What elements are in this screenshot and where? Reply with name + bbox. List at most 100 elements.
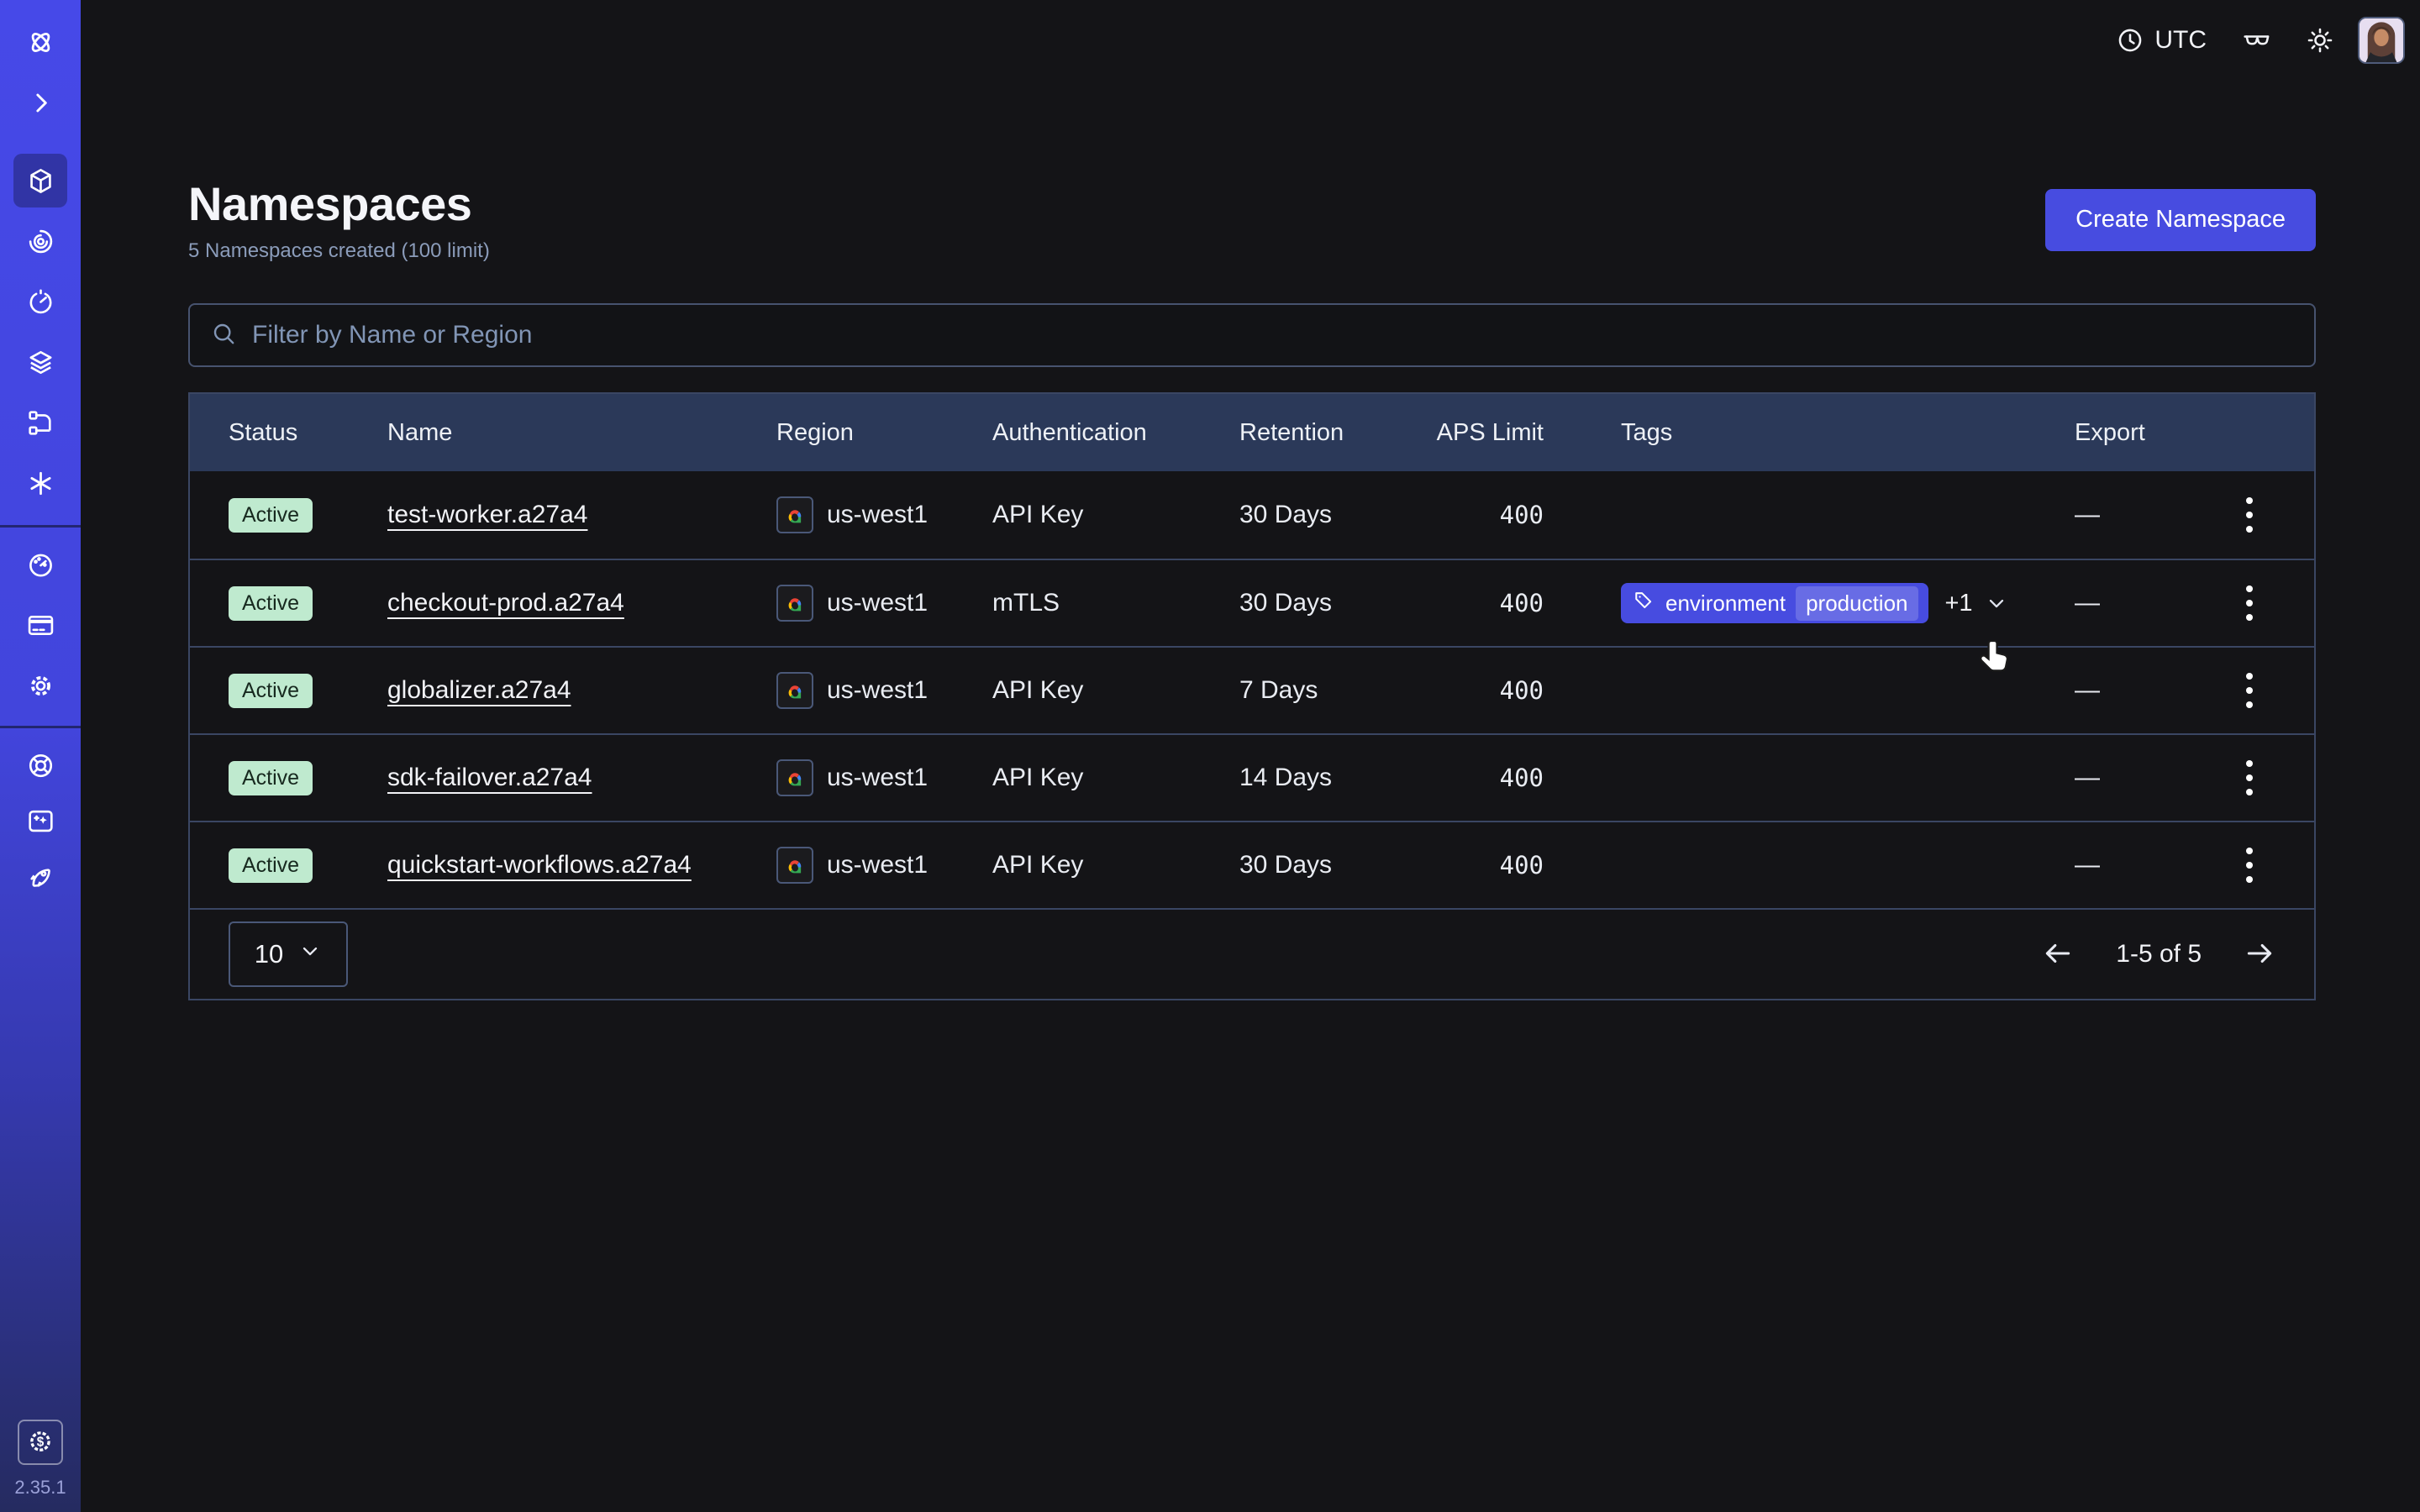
region-label: us-west1 bbox=[827, 501, 928, 529]
sidebar-divider bbox=[0, 726, 81, 728]
arrow-left-icon bbox=[2042, 937, 2074, 972]
row-menu-button[interactable] bbox=[2238, 577, 2261, 629]
sidebar-item-asterisk[interactable] bbox=[13, 456, 67, 510]
table-row: Active globalizer.a27a4 us-west1 API Key… bbox=[190, 646, 2314, 733]
column-header-tags: Tags bbox=[1544, 419, 2075, 447]
column-header-name: Name bbox=[387, 419, 776, 447]
row-menu-button[interactable] bbox=[2238, 839, 2261, 891]
sidebar-item-billing[interactable] bbox=[13, 598, 67, 652]
sidebar-item-namespaces[interactable] bbox=[13, 154, 67, 207]
namespace-link[interactable]: checkout-prod.a27a4 bbox=[387, 589, 624, 617]
column-header-region: Region bbox=[776, 419, 992, 447]
filter-input[interactable] bbox=[252, 321, 2294, 349]
gcp-region-icon bbox=[776, 585, 813, 622]
table-row: Active checkout-prod.a27a4 us-west1 mTLS… bbox=[190, 559, 2314, 646]
workflow-graph-icon bbox=[26, 408, 55, 438]
sidebar-item-spiral[interactable] bbox=[13, 214, 67, 268]
table-header-row: Status Name Region Authentication Retent… bbox=[190, 394, 2314, 471]
sidebar-item-support[interactable] bbox=[13, 738, 67, 792]
aps-limit-value: 400 bbox=[1434, 851, 1544, 879]
page-size-select[interactable]: 10 bbox=[229, 921, 348, 987]
tag-pill[interactable]: environment production bbox=[1621, 583, 1928, 623]
aps-limit-value: 400 bbox=[1434, 501, 1544, 529]
sidebar-item-settings[interactable] bbox=[13, 659, 67, 712]
filter-bar bbox=[188, 303, 2316, 367]
sidebar-item-workflow-graph[interactable] bbox=[13, 396, 67, 449]
search-icon bbox=[210, 320, 237, 351]
next-page-button[interactable] bbox=[2238, 932, 2281, 977]
sidebar-divider bbox=[0, 525, 81, 528]
export-value: — bbox=[2075, 764, 2209, 792]
usage-button[interactable]: $ bbox=[18, 1420, 63, 1465]
sidebar-item-layers[interactable] bbox=[13, 335, 67, 389]
pagination-range-label: 1-5 of 5 bbox=[2116, 940, 2202, 969]
row-menu-button[interactable] bbox=[2238, 752, 2261, 804]
gcp-region-icon bbox=[776, 496, 813, 533]
layers-icon bbox=[26, 348, 55, 377]
tag-key-label: environment bbox=[1665, 591, 1786, 617]
main-content: Namespaces 5 Namespaces created (100 lim… bbox=[81, 80, 2420, 1000]
chevron-right-icon bbox=[26, 88, 55, 118]
sidebar-item-feedback[interactable] bbox=[13, 794, 67, 848]
retention-label: 14 Days bbox=[1239, 764, 1434, 792]
screen-sparkle-icon bbox=[26, 806, 55, 836]
namespace-link[interactable]: test-worker.a27a4 bbox=[387, 501, 587, 529]
region-label: us-west1 bbox=[827, 764, 928, 792]
tags-more-label: +1 bbox=[1945, 590, 1973, 617]
topbar: UTC bbox=[81, 0, 2420, 80]
user-avatar[interactable] bbox=[2358, 17, 2405, 64]
gcp-region-icon bbox=[776, 847, 813, 884]
column-header-status: Status bbox=[229, 419, 387, 447]
region-label: us-west1 bbox=[827, 589, 928, 617]
table-body: Active test-worker.a27a4 us-west1 API Ke… bbox=[190, 471, 2314, 908]
page-subtitle: 5 Namespaces created (100 limit) bbox=[188, 239, 490, 263]
theme-toggle-button[interactable] bbox=[2294, 18, 2346, 63]
table-row: Active sdk-failover.a27a4 us-west1 API K… bbox=[190, 733, 2314, 821]
sidebar: $ 2.35.1 bbox=[0, 0, 81, 1512]
aps-limit-value: 400 bbox=[1434, 676, 1544, 705]
authentication-label: API Key bbox=[992, 501, 1239, 529]
namespace-link[interactable]: globalizer.a27a4 bbox=[387, 676, 571, 705]
namespaces-table: Status Name Region Authentication Retent… bbox=[188, 392, 2316, 1000]
create-namespace-button[interactable]: Create Namespace bbox=[2045, 189, 2316, 251]
rocket-icon bbox=[26, 862, 55, 891]
sidebar-item-getting-started[interactable] bbox=[13, 849, 67, 903]
export-value: — bbox=[2075, 501, 2209, 529]
sidebar-item-home[interactable] bbox=[13, 15, 67, 69]
sun-icon bbox=[2306, 26, 2334, 55]
authentication-label: API Key bbox=[992, 851, 1239, 879]
gcp-region-icon bbox=[776, 672, 813, 709]
status-badge: Active bbox=[229, 498, 313, 533]
column-header-authentication: Authentication bbox=[992, 419, 1239, 447]
svg-text:$: $ bbox=[37, 1435, 45, 1449]
aps-limit-value: 400 bbox=[1434, 589, 1544, 617]
pagination-bar: 10 1-5 of 5 bbox=[190, 908, 2314, 999]
status-badge: Active bbox=[229, 761, 313, 795]
retention-label: 30 Days bbox=[1239, 589, 1434, 617]
authentication-label: API Key bbox=[992, 676, 1239, 705]
spiral-icon bbox=[26, 227, 55, 256]
glasses-icon bbox=[2242, 26, 2270, 55]
column-header-export: Export bbox=[2075, 419, 2209, 447]
row-menu-button[interactable] bbox=[2238, 664, 2261, 717]
previous-page-button[interactable] bbox=[2037, 932, 2079, 977]
retention-label: 30 Days bbox=[1239, 851, 1434, 879]
export-value: — bbox=[2075, 589, 2209, 617]
sidebar-expand-button[interactable] bbox=[13, 76, 67, 129]
timer-icon bbox=[26, 287, 55, 317]
readonly-glasses-button[interactable] bbox=[2230, 18, 2282, 63]
asterisk-icon bbox=[26, 469, 55, 498]
export-value: — bbox=[2075, 851, 2209, 879]
tags-expand-chevron-icon[interactable] bbox=[1985, 591, 2008, 615]
timezone-button[interactable]: UTC bbox=[2104, 18, 2218, 63]
gauge-icon bbox=[26, 550, 55, 580]
namespace-link[interactable]: quickstart-workflows.a27a4 bbox=[387, 851, 692, 879]
row-menu-button[interactable] bbox=[2238, 489, 2261, 541]
retention-label: 30 Days bbox=[1239, 501, 1434, 529]
sidebar-item-timer[interactable] bbox=[13, 275, 67, 328]
sidebar-item-gauge[interactable] bbox=[13, 538, 67, 591]
credit-card-icon bbox=[26, 611, 55, 640]
status-badge: Active bbox=[229, 586, 313, 621]
temporal-logo-icon bbox=[26, 28, 55, 57]
namespace-link[interactable]: sdk-failover.a27a4 bbox=[387, 764, 592, 792]
